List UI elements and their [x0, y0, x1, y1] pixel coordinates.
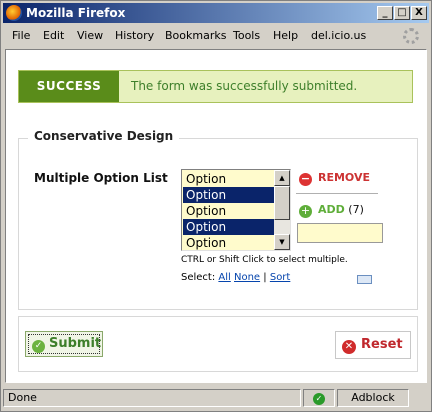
field-label: Multiple Option List — [34, 171, 168, 185]
close-button[interactable]: X — [411, 6, 427, 20]
select-all-link[interactable]: All — [218, 272, 230, 283]
select-hint: CTRL or Shift Click to select multiple. — [181, 255, 348, 265]
menu-bar: File Edit View History Bookmarks Tools H… — [3, 25, 429, 47]
multi-select-list[interactable]: Option Option Option Option Option ▲ ▼ — [181, 169, 291, 251]
select-links: Select: All None | Sort — [181, 272, 290, 283]
scroll-down-icon[interactable]: ▼ — [274, 234, 290, 250]
status-bar: Done ✓ Adblock — [3, 387, 429, 409]
add-button[interactable]: + ADD (7) — [299, 203, 364, 218]
select-prefix: Select: — [181, 272, 216, 283]
form-fieldset: Conservative Design Multiple Option List… — [18, 129, 418, 310]
list-option[interactable]: Option — [183, 219, 276, 235]
add-label: ADD — [318, 203, 345, 216]
add-count: (7) — [348, 203, 364, 216]
sort-link[interactable]: Sort — [270, 272, 291, 283]
button-bar: ✓ Submit ✕ Reset — [18, 316, 418, 372]
status-text: Done — [3, 389, 301, 407]
plus-circle-icon: + — [299, 204, 312, 218]
minus-circle-icon: − — [299, 172, 312, 186]
remove-button[interactable]: − REMOVE — [299, 171, 370, 186]
status-ok[interactable]: ✓ — [303, 389, 335, 407]
scroll-thumb[interactable] — [274, 186, 290, 220]
list-option[interactable]: Option — [183, 171, 276, 187]
select-none-link[interactable]: None — [234, 272, 260, 283]
x-circle-icon: ✕ — [342, 340, 356, 354]
reset-button[interactable]: ✕ Reset — [335, 331, 411, 359]
menu-tools[interactable]: Tools — [233, 29, 260, 42]
firefox-icon — [6, 5, 22, 21]
menu-delicious[interactable]: del.icio.us — [311, 29, 366, 42]
menu-edit[interactable]: Edit — [43, 29, 64, 42]
page-content: SUCCESS The form was successfully submit… — [5, 49, 427, 383]
remove-label: REMOVE — [318, 171, 371, 184]
scroll-up-icon[interactable]: ▲ — [274, 170, 290, 186]
menu-bookmarks[interactable]: Bookmarks — [165, 29, 226, 42]
check-circle-icon: ✓ — [32, 340, 45, 353]
add-option-input[interactable] — [297, 223, 383, 243]
window-title: Mozilla Firefox — [26, 6, 126, 20]
adblock-status[interactable]: Adblock — [337, 389, 409, 407]
title-bar: Mozilla Firefox _ □ X — [3, 3, 429, 23]
check-icon: ✓ — [313, 393, 325, 405]
menu-history[interactable]: History — [115, 29, 154, 42]
list-option[interactable]: Option — [183, 187, 276, 203]
select-separator: | — [263, 272, 267, 283]
submit-label: Submit — [49, 336, 102, 351]
fieldset-legend: Conservative Design — [28, 129, 180, 143]
list-option[interactable]: Option — [183, 235, 276, 250]
list-option[interactable]: Option — [183, 203, 276, 219]
success-tag: SUCCESS — [19, 71, 119, 102]
reset-label: Reset — [361, 337, 403, 352]
keyboard-icon[interactable] — [357, 275, 372, 284]
maximize-button[interactable]: □ — [394, 6, 410, 20]
menu-file[interactable]: File — [12, 29, 30, 42]
menu-view[interactable]: View — [77, 29, 103, 42]
submit-button[interactable]: ✓ Submit — [25, 331, 103, 357]
browser-window: Mozilla Firefox _ □ X File Edit View His… — [0, 0, 432, 412]
throbber-icon — [403, 28, 419, 44]
success-banner: SUCCESS The form was successfully submit… — [18, 70, 413, 103]
minimize-button[interactable]: _ — [377, 6, 393, 20]
divider — [296, 193, 378, 194]
list-scrollbar[interactable]: ▲ ▼ — [274, 170, 290, 250]
menu-help[interactable]: Help — [273, 29, 298, 42]
success-message: The form was successfully submitted. — [131, 79, 358, 93]
